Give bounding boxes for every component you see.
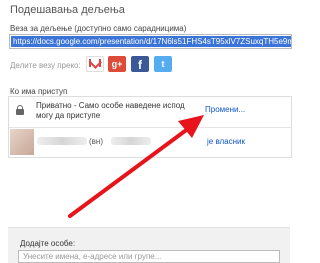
owner-name-redacted	[37, 137, 87, 145]
access-list: Приватно - Само особе наведене испод мог…	[8, 96, 292, 158]
dialog-title: Подешавања дељења	[10, 4, 125, 16]
share-link-label: Веза за дељење (доступно само сарадницим…	[10, 24, 187, 33]
who-has-access-label: Ко има приступ	[10, 87, 68, 96]
add-people-input[interactable]	[18, 250, 280, 263]
twitter-icon[interactable]: t	[154, 56, 172, 72]
google-plus-icon[interactable]: g+	[108, 56, 126, 72]
owner-email-suffix: (вн)	[89, 137, 103, 146]
visibility-row: Приватно - Само особе наведене испод мог…	[9, 97, 291, 128]
add-people-section: Додајте особе:	[8, 227, 290, 263]
share-via-label: Делите везу преко:	[10, 61, 81, 70]
add-people-label: Додајте особе:	[20, 239, 76, 248]
visibility-description: Приватно - Само особе наведене испод мог…	[36, 101, 185, 120]
gmail-icon[interactable]	[86, 56, 104, 72]
owner-email-redacted	[111, 137, 151, 145]
facebook-icon[interactable]: f	[131, 56, 149, 72]
share-link-text[interactable]: https://docs.google.com/presentation/d/1…	[11, 36, 291, 47]
sharing-settings-dialog: Подешавања дељења Веза за дељење (доступ…	[0, 0, 300, 263]
lock-icon	[16, 105, 24, 115]
share-link-field[interactable]: https://docs.google.com/presentation/d/1…	[9, 34, 292, 49]
change-visibility-link[interactable]: Промени...	[205, 105, 245, 114]
owner-role: је власник	[207, 137, 246, 146]
owner-row: (вн) је власник	[9, 128, 291, 157]
avatar	[10, 129, 34, 155]
